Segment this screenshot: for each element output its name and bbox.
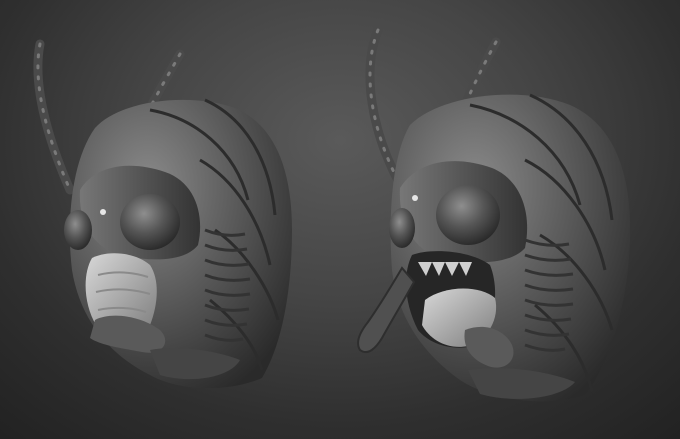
compound-eye-right — [120, 194, 180, 250]
insect-head-mouth-open — [357, 25, 631, 402]
sculpt-viewport — [0, 0, 680, 439]
insect-head-mouth-closed — [33, 39, 292, 389]
antenna-left — [33, 39, 75, 195]
compound-eye-left — [389, 208, 415, 248]
compound-eye-left — [64, 210, 92, 250]
ocellus — [412, 195, 418, 201]
sculpt-render — [33, 25, 631, 402]
ocellus — [100, 209, 106, 215]
compound-eye-right — [436, 185, 500, 245]
